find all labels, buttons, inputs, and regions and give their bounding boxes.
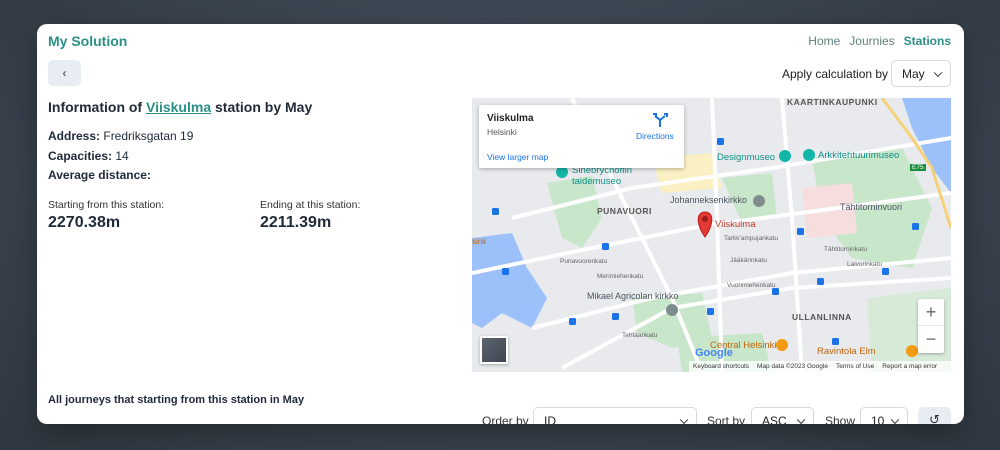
address-label: Address: [48,129,101,143]
show-select[interactable]: 10 [860,407,908,424]
restaurant-pin-icon [776,339,788,351]
map-label-kaartinkaupunki: KAARTINKAUPUNKI [787,98,878,107]
starting-label: Starting from this station: [48,199,165,211]
address-row: Address: Fredriksgatan 19 [48,129,193,143]
map-label-vuorimiehenkatu: Vuorimiehenkatu [727,282,776,289]
keyboard-shortcuts-link[interactable]: Keyboard shortcuts [693,363,749,370]
map-label-punavuorenkatu: Punavuorenkatu [560,258,608,265]
church-pin-icon [666,304,678,316]
map-type-toggle[interactable] [480,336,508,364]
average-distance-label: Average distance: [48,168,151,182]
month-select-value: May [902,66,925,81]
map-label-punavuori: PUNAVUORI [597,206,652,216]
restaurant-pin-icon [906,345,918,357]
map-card-name: Viiskulma [487,113,534,124]
chevron-down-icon [679,415,689,424]
chevron-down-icon [890,415,900,424]
brand-logo[interactable]: My Solution [48,33,127,49]
map-data-text: Map data ©2023 Google [757,363,828,370]
address-value: Fredriksgatan 19 [103,129,194,143]
capacities-row: Capacities: 14 [48,149,129,163]
undo-icon: ↺ [929,412,940,424]
sort-by-value: ASC [762,413,787,425]
directions-link[interactable]: Directions [636,131,674,141]
church-pin-icon [753,195,765,207]
sort-by-select[interactable]: ASC [751,407,814,424]
page-title: Information of Viiskulma station by May [48,99,312,115]
map-label-merimiehenkatu: Merimiehenkatu [597,273,644,280]
station-name-link[interactable]: Viiskulma [146,99,211,115]
map-label-e75: E75 [910,164,926,171]
museum-pin-icon [779,150,791,162]
map-label-johanneksenkirkko: Johanneksenkirkko [670,195,748,205]
chevron-down-icon [933,68,943,77]
report-map-error-link[interactable]: Report a map error [882,363,937,370]
map-label-laivurinkatu: Laivurinkatu [847,261,883,268]
map-footer: Keyboard shortcuts Map data ©2023 Google… [689,361,951,372]
map-label-tarkk-ampujankatu: Tarkk'ampujankatu [724,235,778,242]
reset-button[interactable]: ↺ [918,407,951,424]
show-value: 10 [871,413,885,425]
map-label-sinii: sinii [472,237,486,246]
average-distance-row: Average distance: [48,168,151,182]
map-label-agricola: Mikael Agricolan kirkko [587,291,679,301]
map-info-card: Viiskulma Helsinki Directions View large… [479,105,684,168]
view-larger-map-link[interactable]: View larger map [487,152,548,162]
starting-value: 2270.38m [48,214,121,231]
google-logo: Google [695,347,733,359]
chevron-down-icon [796,415,806,424]
chevron-left-icon: ‹ [62,66,67,80]
month-select[interactable]: May [891,60,951,87]
back-button[interactable]: ‹ [48,60,81,86]
map-label-viiskulma: Viiskulma [715,219,756,230]
capacities-value: 14 [115,149,129,163]
title-prefix: Information of [48,99,146,115]
journeys-section-title: All journeys that starting from this sta… [48,394,305,406]
title-suffix: station by May [211,99,313,115]
map-label-tahtitorninvuori: Tähtitorninvuori [840,202,903,212]
nav-home[interactable]: Home [808,34,840,48]
apply-calculation-label: Apply calculation by [782,67,889,81]
top-nav: Home Journies Stations [808,34,951,48]
order-by-label: Order by [482,414,529,424]
terms-of-use-link[interactable]: Terms of Use [836,363,874,370]
zoom-out-button[interactable]: − [918,326,944,353]
map-label-arkkitehtuurimuseo: Arkkitehtuurimuseo [818,150,900,161]
order-by-select[interactable]: ID [533,407,697,424]
nav-stations[interactable]: Stations [904,34,951,48]
directions-icon[interactable] [650,113,670,127]
show-label: Show [825,414,856,424]
map-label-designmuseo: Designmuseo [717,152,776,163]
sort-by-label: Sort by [707,414,746,424]
map-label-tehtaankatu: Tehtaankatu [622,332,658,339]
map-label-tahtitorninkatu: Tähtitorninkatu [824,246,867,253]
map-label-jaakarinkatu: Jääkärinkatu [730,257,767,264]
map-label-taidemuseo: taidemuseo [572,176,622,187]
ending-value: 2211.39m [260,214,332,231]
app-window: My Solution Home Journies Stations ‹ App… [37,24,964,424]
zoom-control: + − [918,299,944,353]
map-label-ravintola: Ravintola Elm [817,346,876,357]
map-label-ullanlinna: ULLANLINNA [792,312,852,322]
capacities-label: Capacities: [48,149,113,163]
map-card-city: Helsinki [487,127,517,137]
station-map[interactable]: KAARTINKAUPUNKI PUNAVUORI ULLANLINNA Sin… [472,98,951,372]
nav-journies[interactable]: Journies [849,34,894,48]
zoom-in-button[interactable]: + [918,299,944,326]
ending-label: Ending at this station: [260,199,361,211]
museum-pin-icon [803,149,815,161]
order-by-value: ID [544,413,556,425]
